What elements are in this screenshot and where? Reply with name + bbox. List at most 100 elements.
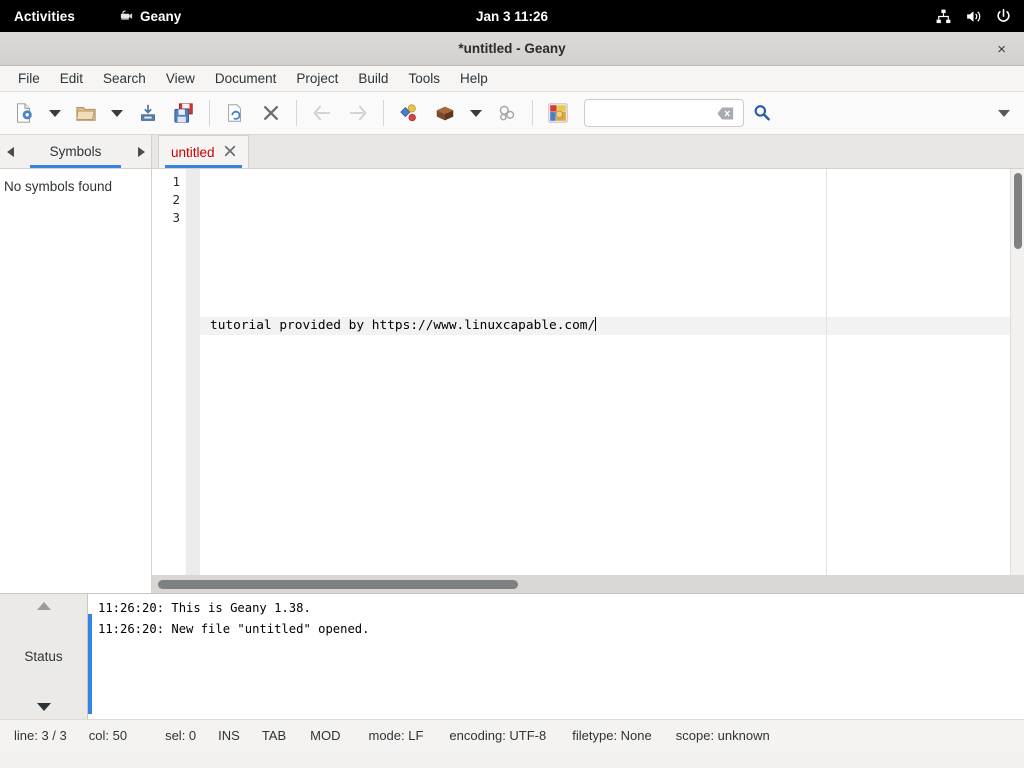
clear-backspace-icon[interactable]	[717, 106, 734, 121]
status-message-list[interactable]: 11:26:20: This is Geany 1.38. 11:26:20: …	[88, 594, 1024, 719]
window-close-button[interactable]: ×	[993, 32, 1010, 66]
find-button[interactable]	[744, 96, 780, 130]
status-filetype: filetype: None	[572, 728, 652, 743]
document-tab-label: untitled	[171, 144, 215, 160]
sidebar-prev-tab-button[interactable]	[0, 146, 20, 157]
volume-icon[interactable]	[965, 8, 982, 25]
status-eol-mode: mode: LF	[368, 728, 424, 743]
status-indent-mode: TAB	[261, 728, 287, 743]
symbols-empty-message: No symbols found	[4, 179, 113, 194]
save-button[interactable]	[130, 96, 166, 130]
statusbar: line: 3 / 3 col: 50 sel: 0 INS TAB MOD m…	[0, 719, 1024, 751]
code-line[interactable]	[200, 263, 1010, 281]
geany-lamp-icon	[119, 9, 134, 24]
menu-item-tools[interactable]: Tools	[398, 68, 450, 89]
main-area: Symbols No symbols found untitled 1 2 3 …	[0, 135, 1024, 593]
status-encoding: encoding: UTF-8	[449, 728, 547, 743]
close-document-button[interactable]	[253, 96, 289, 130]
code-editor[interactable]: 1 2 3 tutorial provided by https://www.l…	[152, 169, 1024, 575]
line-number: 3	[172, 210, 180, 225]
sidebar: Symbols No symbols found	[0, 135, 152, 593]
line-number-gutter: 1 2 3	[152, 169, 186, 575]
document-notebook-header: untitled	[152, 135, 1024, 169]
menu-item-project[interactable]: Project	[286, 68, 348, 89]
navigate-back-button	[304, 96, 340, 130]
build-menu-button[interactable]	[463, 96, 489, 130]
toolbar-separator	[532, 100, 533, 126]
menu-item-file[interactable]: File	[8, 68, 50, 89]
color-chooser-button[interactable]	[540, 96, 576, 130]
menu-item-view[interactable]: View	[156, 68, 205, 89]
chevron-down-icon	[998, 109, 1010, 117]
power-icon[interactable]	[995, 8, 1012, 25]
chevron-left-icon	[6, 146, 14, 157]
toolbar-separator	[296, 100, 297, 126]
code-line[interactable]	[200, 209, 1010, 227]
status-insert-mode: INS	[218, 728, 240, 743]
geany-window: *untitled - Geany × File Edit Search Vie…	[0, 32, 1024, 768]
navigate-forward-button	[340, 96, 376, 130]
active-tab-underline	[165, 165, 242, 168]
status-scope: scope: unknown	[675, 728, 770, 743]
menu-item-edit[interactable]: Edit	[50, 68, 93, 89]
status-sel: sel: 0	[165, 728, 197, 743]
reload-button[interactable]	[217, 96, 253, 130]
menu-item-build[interactable]: Build	[348, 68, 398, 89]
menu-item-help[interactable]: Help	[450, 68, 498, 89]
triangle-up-icon[interactable]	[36, 602, 51, 610]
new-file-button[interactable]	[6, 96, 42, 130]
run-button[interactable]	[489, 96, 525, 130]
code-text-area[interactable]: tutorial provided by https://www.linuxca…	[200, 169, 1010, 575]
line-number: 2	[172, 192, 180, 207]
network-icon[interactable]	[935, 8, 952, 25]
system-tray[interactable]	[935, 8, 1012, 25]
message-window: Status 11:26:20: This is Geany 1.38. 11:…	[0, 593, 1024, 719]
scrollbar-thumb[interactable]	[158, 580, 518, 589]
status-line: line: 3 / 3	[14, 728, 67, 743]
editor-vertical-scrollbar[interactable]	[1010, 169, 1024, 575]
sidebar-tab-label: Symbols	[49, 144, 102, 159]
editor-horizontal-scrollbar[interactable]	[152, 575, 1024, 593]
activities-button[interactable]: Activities	[14, 9, 75, 24]
save-all-button[interactable]	[166, 96, 202, 130]
menu-item-document[interactable]: Document	[205, 68, 287, 89]
scrollbar-thumb[interactable]	[1014, 173, 1022, 249]
active-tab-underline	[30, 165, 121, 168]
sidebar-tab-symbols[interactable]: Symbols	[20, 144, 131, 168]
text-cursor	[595, 317, 597, 331]
status-modified: MOD	[310, 728, 341, 743]
open-file-button[interactable]	[68, 96, 104, 130]
window-titlebar: *untitled - Geany ×	[0, 32, 1024, 66]
gnome-top-bar: Activities Geany Jan 3 11:26	[0, 0, 1024, 32]
compile-button[interactable]	[391, 96, 427, 130]
build-button[interactable]	[427, 96, 463, 130]
status-col: col: 50	[88, 728, 128, 743]
document-tab-untitled[interactable]: untitled	[158, 135, 249, 168]
close-x-icon[interactable]	[224, 145, 236, 160]
sidebar-next-tab-button[interactable]	[131, 146, 151, 157]
sidebar-notebook-header: Symbols	[0, 135, 151, 169]
toolbar-search-area	[584, 96, 780, 130]
line-number: 1	[172, 174, 180, 189]
toolbar	[0, 92, 1024, 135]
code-line-active[interactable]: tutorial provided by https://www.linuxca…	[200, 317, 1010, 335]
search-input[interactable]	[591, 101, 717, 125]
toolbar-separator	[209, 100, 210, 126]
open-recent-menu-button[interactable]	[104, 96, 130, 130]
status-message: 11:26:20: This is Geany 1.38.	[98, 601, 311, 615]
search-input-wrapper[interactable]	[584, 99, 744, 127]
code-line-text: tutorial provided by https://www.linuxca…	[210, 318, 596, 333]
app-menu-label: Geany	[140, 8, 182, 24]
app-menu-button[interactable]: Geany	[119, 9, 181, 24]
message-tab-status[interactable]: Status	[24, 649, 62, 664]
menubar: File Edit Search View Document Project B…	[0, 66, 1024, 92]
fold-margin[interactable]	[186, 169, 200, 575]
toolbar-overflow-button[interactable]	[998, 109, 1010, 117]
triangle-down-icon[interactable]	[36, 703, 51, 711]
new-file-menu-button[interactable]	[42, 96, 68, 130]
message-window-tabs: Status	[0, 594, 88, 719]
menu-item-search[interactable]: Search	[93, 68, 156, 89]
chevron-down-icon	[111, 109, 123, 117]
scrollbar-track[interactable]	[152, 575, 1024, 593]
toolbar-separator	[383, 100, 384, 126]
